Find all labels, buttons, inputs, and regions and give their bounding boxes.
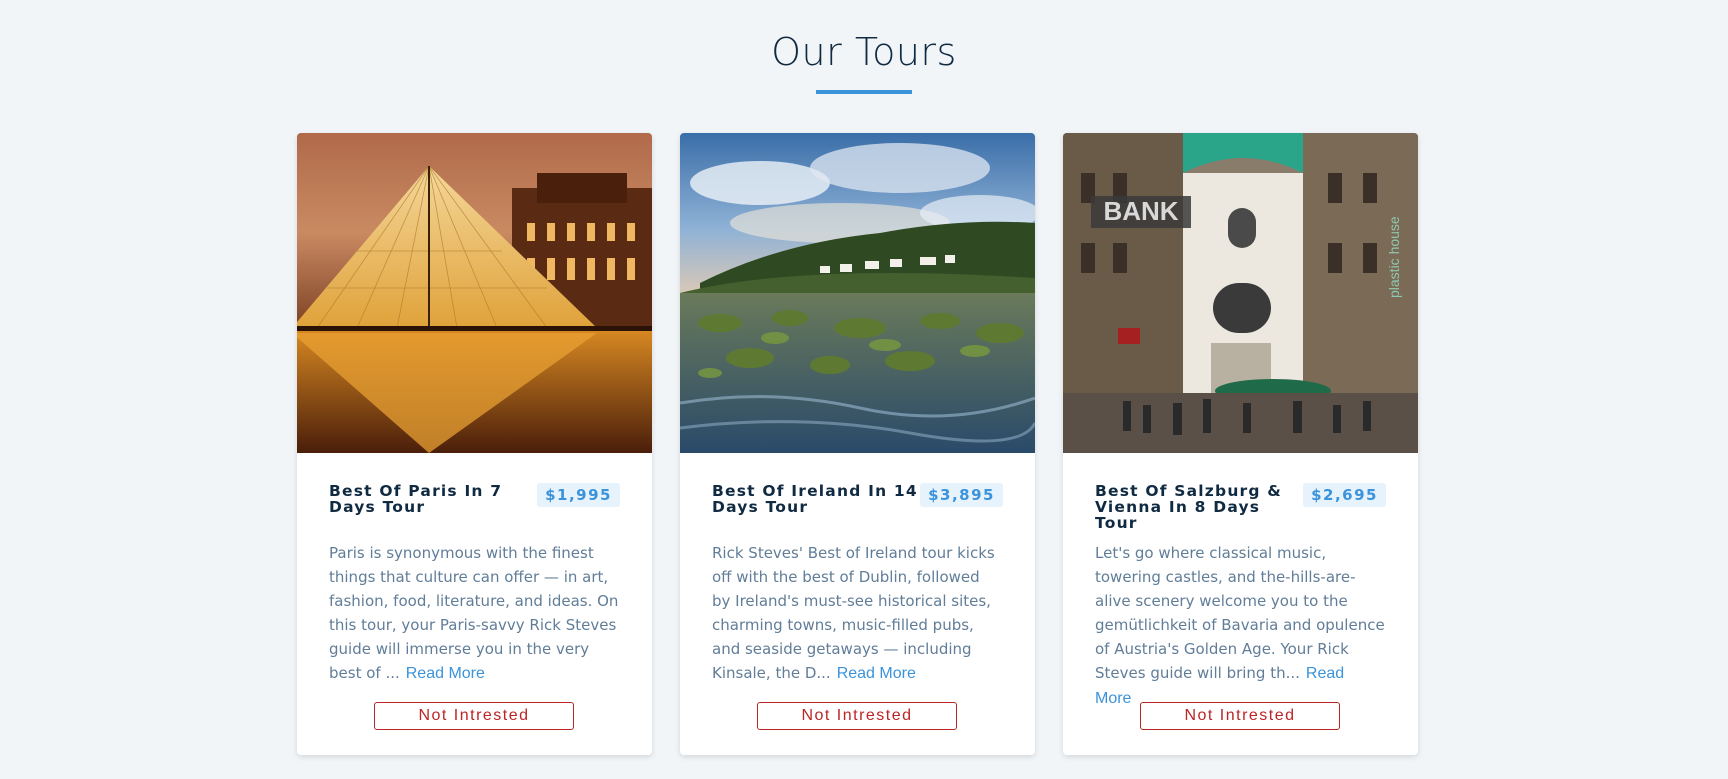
tour-image-paris [297,133,652,453]
tour-image-salzburg-vienna: BANK plastic house [1063,133,1418,453]
tour-info: Paris is synonymous with the finest thin… [329,544,619,682]
read-more-button[interactable]: Read More [837,665,916,682]
tour-header: Best Of Paris In 7 Days Tour $1,995 [329,483,620,515]
tour-card-ireland: Best Of Ireland In 14 Days Tour $3,895 R… [680,133,1035,755]
tour-price: $3,895 [920,483,1003,507]
tour-card-salzburg-vienna: BANK plastic house Best Of Salzburg & Vi… [1063,133,1418,755]
title-underline [816,90,912,94]
tour-card-paris: Best Of Paris In 7 Days Tour $1,995 Pari… [297,133,652,755]
tour-image-ireland [680,133,1035,453]
tour-price: $2,695 [1303,483,1386,507]
tour-info: Rick Steves' Best of Ireland tour kicks … [712,544,995,682]
not-interested-button[interactable]: Not Intrested [1140,702,1340,730]
tour-name: Best Of Ireland In 14 Days Tour [712,482,918,516]
tour-header: Best Of Ireland In 14 Days Tour $3,895 [712,483,1003,515]
bank-sign: BANK [1103,196,1178,226]
tour-header: Best Of Salzburg & Vienna In 8 Days Tour… [1095,483,1386,531]
read-more-button[interactable]: Read More [406,665,485,682]
tour-description: Rick Steves' Best of Ireland tour kicks … [712,541,1002,686]
tour-price: $1,995 [537,483,620,507]
section-header: Our Tours [0,30,1728,94]
not-interested-button[interactable]: Not Intrested [374,702,574,730]
shop-sign: plastic house [1386,216,1402,298]
tour-name: Best Of Salzburg & Vienna In 8 Days Tour [1095,482,1283,532]
tours-section: Our Tours Best Of Paris In 7 Days Tour $… [0,0,1728,779]
tour-name: Best Of Paris In 7 Days Tour [329,482,503,516]
tour-description: Let's go where classical music, towering… [1095,541,1385,711]
page-title: Our Tours [771,30,957,74]
not-interested-button[interactable]: Not Intrested [757,702,957,730]
tours-list: Best Of Paris In 7 Days Tour $1,995 Pari… [297,133,1418,755]
tour-info: Let's go where classical music, towering… [1095,544,1385,682]
tour-description: Paris is synonymous with the finest thin… [329,541,619,686]
